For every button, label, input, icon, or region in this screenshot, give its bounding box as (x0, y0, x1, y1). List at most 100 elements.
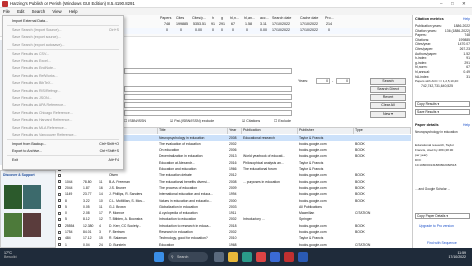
file-menu-item[interactable]: Import from Backup... (12, 142, 46, 146)
edge-icon[interactable] (242, 252, 252, 262)
row-checkbox[interactable] (58, 236, 61, 240)
paper-details-help-link[interactable]: Help (463, 123, 470, 127)
file-menu-item[interactable]: Save Results as APA Reference... (12, 103, 66, 107)
col-pro[interactable]: Pro... (325, 16, 334, 20)
table-row[interactable]: 1149 23.77 14 J. Phillips, R. Sanders Intern… (56, 192, 411, 198)
col-cites-year[interactable]: Cites/y... (192, 16, 206, 20)
col-cache-date[interactable]: Cache date (300, 16, 318, 20)
grid-header-year[interactable]: Year (228, 128, 242, 134)
patents-checkbox[interactable]: ☑ Pat.(ISBN/ISSN) exclude (170, 119, 214, 123)
col-papers[interactable]: Papers (160, 16, 171, 20)
file-menu-item[interactable]: Save Results as MLA Reference... (12, 126, 67, 130)
table-row[interactable]: Olsen The education debate 2012 books.googl… (56, 173, 411, 179)
file-explorer-icon[interactable] (228, 252, 238, 262)
file-menu-item[interactable]: Save Results as Excel... (12, 59, 51, 63)
table-row[interactable]: 8 3.22 10 C.L. McMillan, S. Mos... Values in… (56, 198, 411, 204)
save-results-button[interactable]: Save Results ▾ (415, 109, 470, 115)
file-menu-item[interactable]: Save Results as RefWorks... (12, 74, 58, 78)
minimize-button[interactable]: – (440, 1, 443, 6)
new-button[interactable]: New ▾ (370, 111, 406, 118)
clock[interactable]: 11:59 17/10/2022 (448, 251, 466, 259)
maximize-button[interactable]: □ (451, 1, 454, 6)
year-from-field[interactable]: 0 (316, 78, 330, 84)
grid-header-publication[interactable]: Publication (242, 128, 298, 134)
row-checkbox[interactable] (58, 205, 61, 209)
menu-edit[interactable]: Edit (17, 8, 24, 15)
file-menu-item[interactable]: Save Results as Harvard Reference... (12, 118, 72, 122)
copy-results-button[interactable]: Copy Results ▾ (415, 101, 470, 107)
row-checkbox[interactable] (58, 192, 61, 196)
grid-header-type[interactable]: Type (354, 128, 411, 134)
citation-metrics-help-link[interactable]: Help (463, 17, 470, 21)
stats-row[interactable]: 0 0 0.00 0 0 0 0 0.00 17/10/2022 17/10/2… (120, 28, 410, 34)
file-menu-item[interactable]: Save Search (export source)... (12, 35, 61, 39)
row-checkbox[interactable] (58, 199, 61, 202)
file-menu-item[interactable]: Save Results as RIS/Refmgr... (12, 89, 61, 93)
ad-panel[interactable]: Discover & Support (0, 170, 56, 248)
exclude-checkbox[interactable]: ☐ Exclude (274, 119, 291, 123)
row-checkbox[interactable] (58, 224, 61, 228)
table-row[interactable]: 484 17.12 15 R. Salaman Technology, good for… (56, 236, 411, 242)
mail-icon[interactable] (270, 252, 280, 262)
file-menu-item[interactable]: Save Search (Import Source)... (12, 28, 62, 32)
file-menu-item[interactable]: Save Results as Vancouver Reference... (12, 133, 76, 137)
query-field[interactable] (124, 86, 292, 92)
book-cover-image[interactable] (23, 185, 41, 209)
book-cover-image[interactable] (23, 213, 41, 237)
chrome-icon[interactable] (256, 252, 266, 262)
col-search-date[interactable]: Search date (272, 16, 291, 20)
grid-header-title[interactable]: Title (158, 128, 228, 134)
publish-or-perish-icon[interactable] (284, 252, 294, 262)
row-checkbox[interactable] (58, 230, 61, 234)
table-row[interactable]: 5 8.12 12 T. Bitbien, A. Boonstra Introducti… (56, 217, 411, 223)
clear-all-button[interactable]: Clear All (370, 102, 406, 109)
col-g[interactable]: g (221, 16, 223, 20)
table-row[interactable]: 25554 12.380 4 D. Kerr, CC Society... Introd… (56, 223, 411, 229)
search-direct-button[interactable]: Search Direct (370, 86, 406, 93)
menu-search[interactable]: Search (32, 8, 46, 15)
upgrade-link[interactable]: Upgrade to Pro version (419, 224, 454, 228)
query-field[interactable] (124, 102, 292, 108)
col-h[interactable]: h (212, 16, 214, 20)
row-checkbox[interactable] (58, 217, 61, 221)
copy-paper-details-button[interactable]: Copy Paper Details ▾ (415, 213, 470, 219)
menu-help[interactable]: Help (69, 8, 78, 15)
windows-start-icon[interactable] (154, 252, 164, 262)
query-field[interactable] (124, 94, 292, 100)
table-row[interactable]: 2044 1.87 16 J.S. Bruner The process of educ… (56, 185, 411, 191)
file-menu-item[interactable]: Save Results as JSON... (12, 96, 52, 100)
col-hi-norm[interactable]: hI,n... (230, 16, 239, 20)
find-web-link[interactable]: Find with Sequence (427, 241, 457, 245)
query-field[interactable] (124, 110, 292, 116)
menu-view[interactable]: View (52, 8, 61, 15)
citations-checkbox[interactable]: ☑ Citations (242, 119, 260, 123)
file-menu-item[interactable]: Save Search (export autosave)... (12, 43, 65, 47)
file-menu-item[interactable]: Save Results as CSV... (12, 52, 49, 56)
menu-file[interactable]: File (3, 8, 10, 15)
table-row[interactable]: 5 0.05 11 G.J. Brown Globalization in educat… (56, 204, 411, 210)
col-acc[interactable]: acc... (260, 16, 269, 20)
file-menu-item[interactable]: Save Results as Chicago Reference... (12, 111, 73, 115)
row-checkbox[interactable] (58, 243, 61, 247)
grid-header-publisher[interactable]: Publisher (298, 128, 354, 134)
revert-button[interactable]: Revert (370, 94, 406, 101)
query-field[interactable] (124, 68, 292, 74)
isbn-checkbox[interactable]: ☐ ISBN/ISSN (124, 119, 146, 123)
row-checkbox[interactable] (58, 173, 61, 177)
close-button[interactable]: ✕ (462, 1, 466, 7)
row-checkbox[interactable] (58, 186, 61, 190)
weather-widget[interactable]: 17°C Bewolkt (4, 251, 17, 259)
year-to-field[interactable]: 0 (336, 78, 350, 84)
row-checkbox[interactable] (58, 211, 61, 215)
table-row[interactable]: 1754 84.01 3 F. Bertram Research in educatio… (56, 230, 411, 236)
word-icon[interactable] (298, 252, 308, 262)
search-button[interactable]: Search (370, 78, 406, 85)
taskbar-search[interactable]: ⚲ Search (168, 252, 208, 262)
row-checkbox[interactable] (58, 180, 61, 184)
book-cover-image[interactable] (4, 185, 22, 209)
table-row[interactable]: 1044 78.80 11 B.A. Freeman The educational b… (56, 179, 411, 185)
file-menu-item[interactable]: Export to Archive... (12, 149, 42, 153)
col-hi-annual[interactable]: hI,an... (244, 16, 255, 20)
col-cites[interactable]: Cites (176, 16, 184, 20)
file-menu-item[interactable]: Exit (12, 158, 18, 162)
